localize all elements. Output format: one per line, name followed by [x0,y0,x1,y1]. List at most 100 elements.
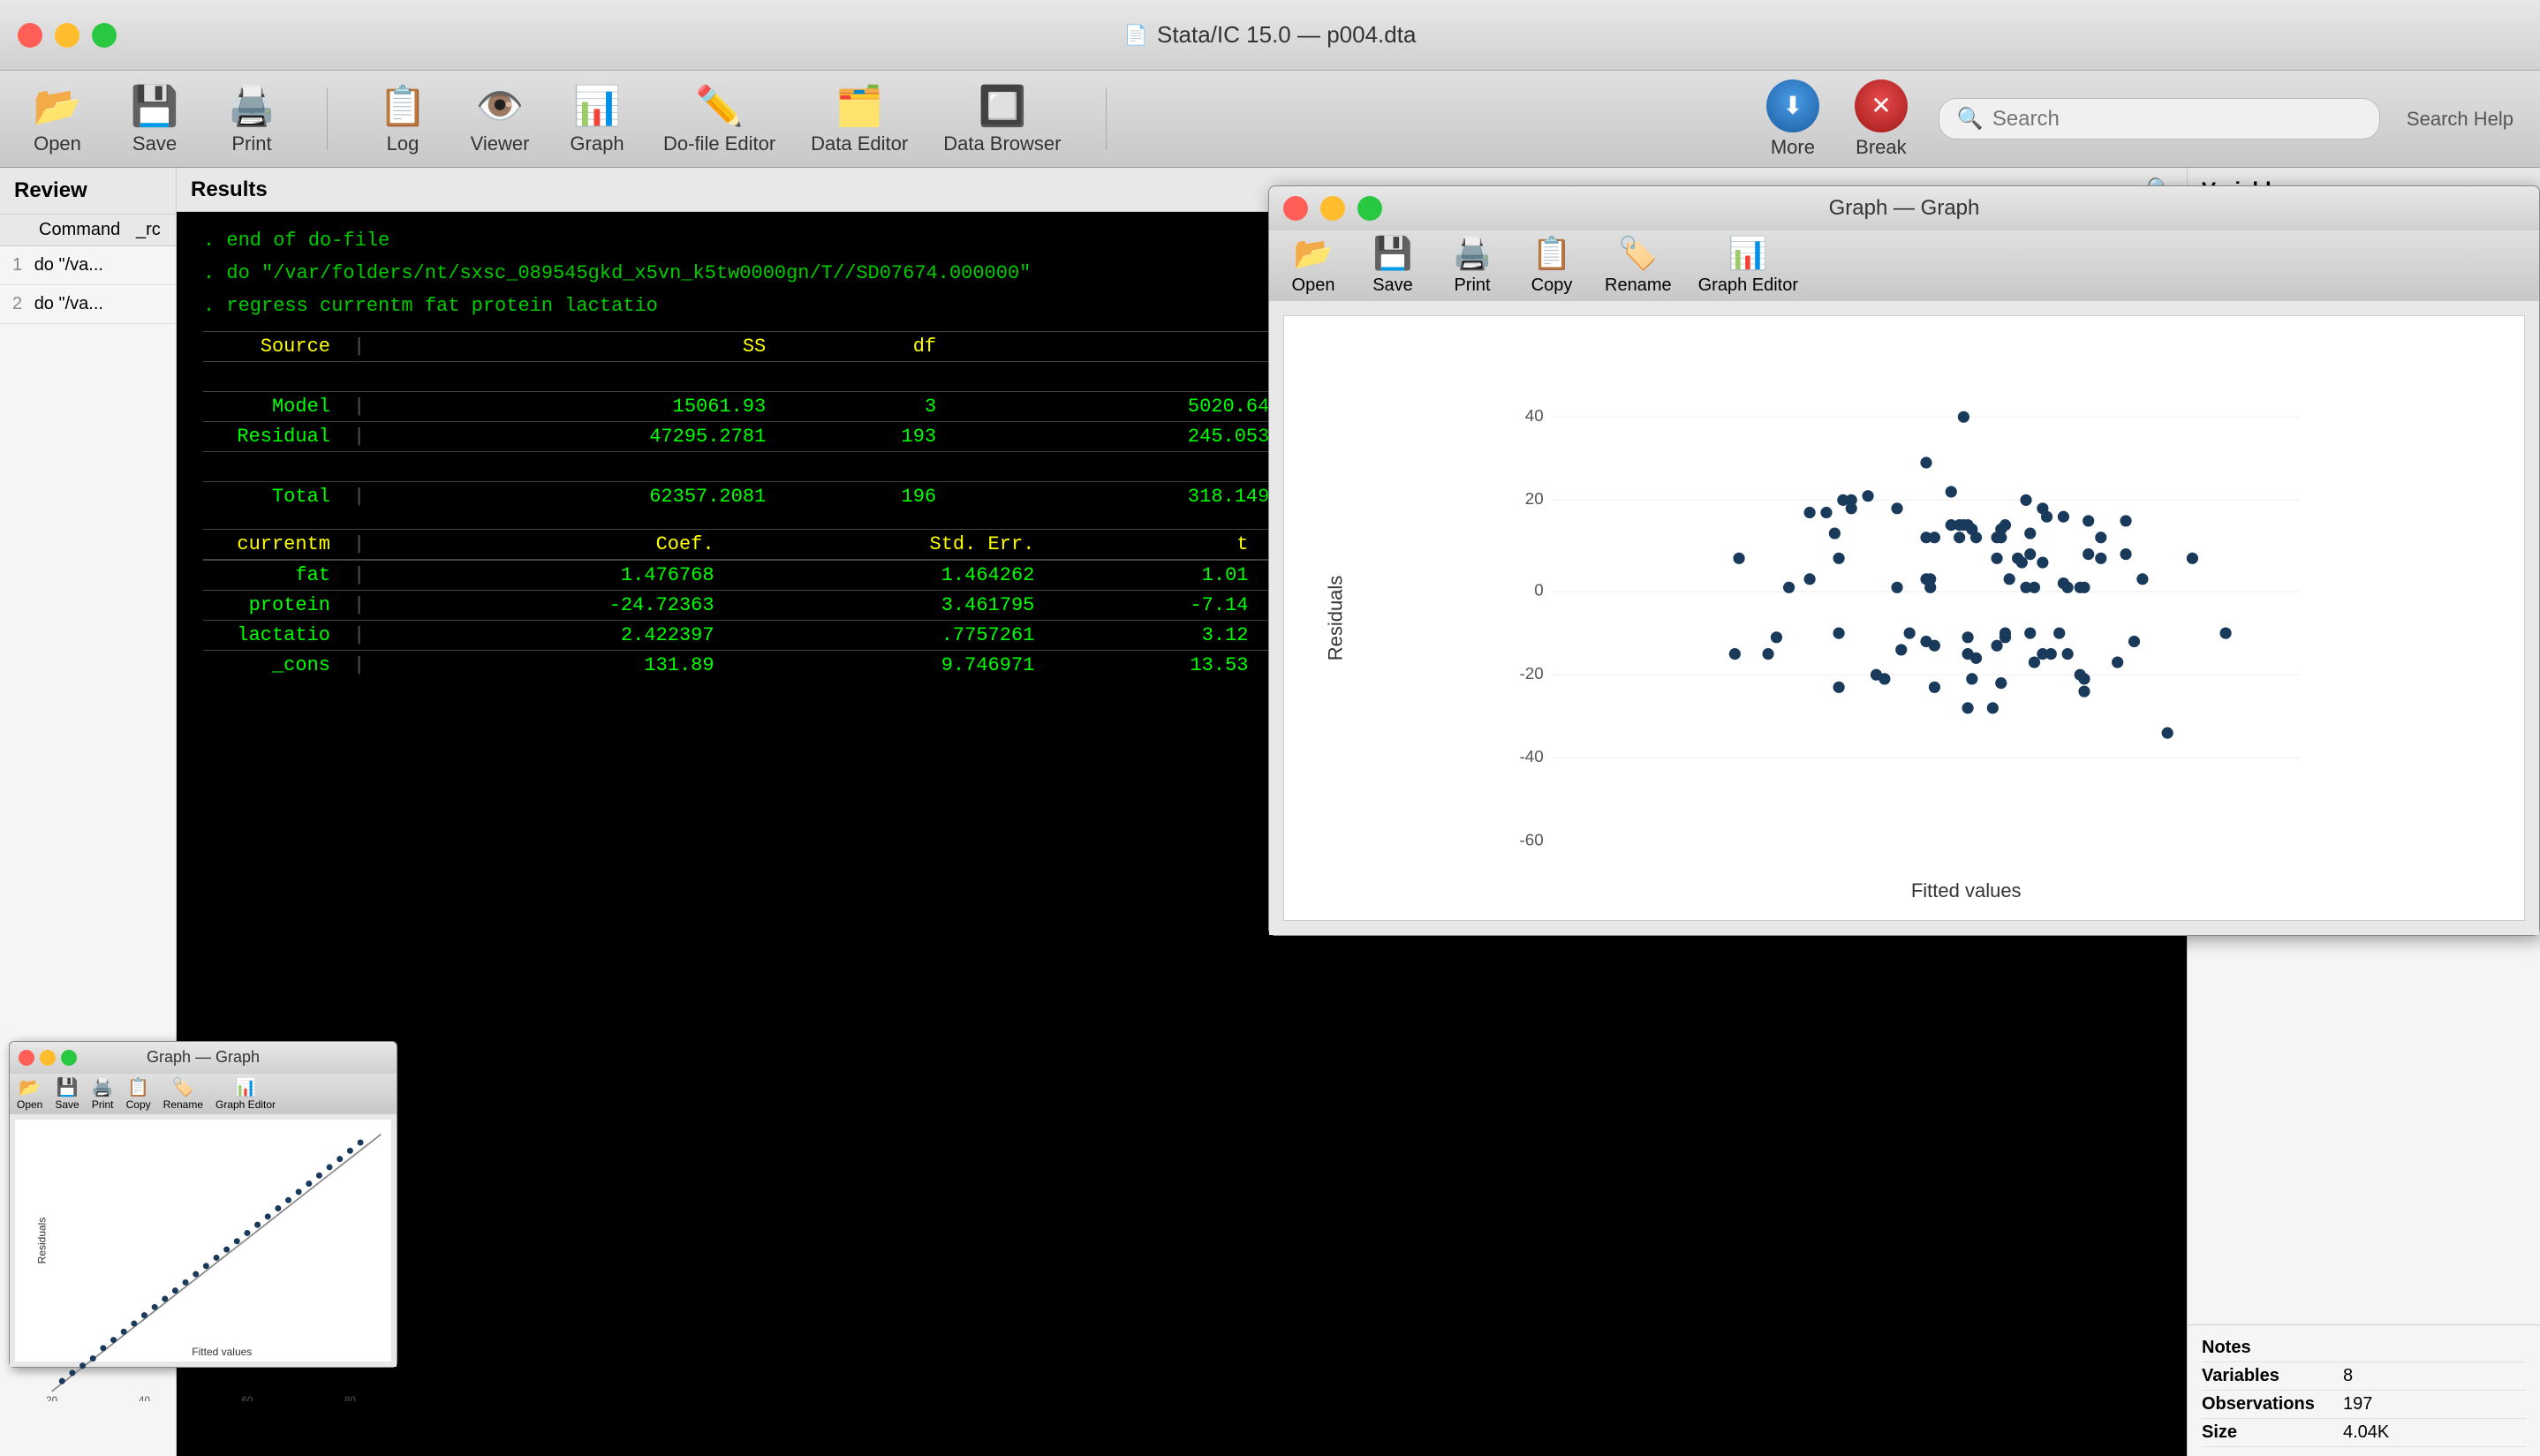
open-button[interactable]: 📂 Open [26,83,88,155]
svg-text:-60: -60 [1519,830,1543,849]
graph-print-button[interactable]: 🖨️ Print [1446,235,1499,296]
close-button[interactable] [18,23,42,48]
separator-2 [1106,88,1107,150]
small-graph-close-button[interactable] [19,1050,34,1066]
small-graph-toolbar: 📂 Open 💾 Save 🖨️ Print 📋 Copy 🏷️ Rename … [10,1074,397,1114]
small-open-button[interactable]: 📂 Open [17,1076,42,1111]
open-icon: 📂 [34,83,82,129]
review-item-num: 1 [12,255,22,275]
x-axis-label: Fitted values [1911,879,2022,902]
graph-open-icon: 📂 [1294,235,1334,272]
graph-rename-icon: 🏷️ [1618,235,1658,272]
small-save-icon: 💾 [57,1076,79,1098]
small-graph-title-bar: Graph — Graph [10,1042,397,1074]
graph-save-icon: 💾 [1373,235,1413,272]
graph-close-button[interactable] [1283,196,1308,221]
graph-copy-button[interactable]: 📋 Copy [1525,235,1578,296]
small-graph-minimize-button[interactable] [40,1050,56,1066]
viewer-button[interactable]: 👁️ Viewer [469,83,531,155]
save-button[interactable]: 💾 Save [124,83,185,155]
graph-open-button[interactable]: 📂 Open [1287,235,1340,296]
graph-minimize-button[interactable] [1320,196,1345,221]
data-editor-icon: 🗂️ [835,83,884,129]
review-header: Review [0,168,176,215]
small-graph-content: Residuals Fitted values [10,1114,397,1367]
print-icon: 🖨️ [228,83,276,129]
var-stat-notes: Notes [2202,1334,2526,1362]
title-bar: 📄 Stata/IC 15.0 — p004.dta [0,0,2540,71]
svg-text:40: 40 [1525,406,1544,425]
small-save-button[interactable]: 💾 Save [55,1076,79,1111]
small-graph-maximize-button[interactable] [61,1050,77,1066]
review-item-num: 2 [12,294,22,313]
graph-editor-button[interactable]: 📊 Graph Editor [1698,235,1798,296]
small-graph-title-text: Graph — Graph [147,1048,260,1067]
graph-title-bar: Graph — Graph [1269,186,2539,230]
small-graph-editor-button[interactable]: 📊 Graph Editor [215,1076,276,1111]
svg-text:20: 20 [1525,489,1544,508]
small-print-button[interactable]: 🖨️ Print [92,1076,114,1111]
small-copy-icon: 📋 [127,1076,149,1098]
search-help-label: Search Help [2407,108,2514,131]
y-axis-label: Residuals [1324,576,1347,661]
file-icon: 📄 [1124,24,1148,47]
graph-maximize-button[interactable] [1357,196,1382,221]
review-col-cmd: Command [39,220,136,240]
search-icon: 🔍 [1957,106,1984,132]
search-input[interactable] [1992,107,2362,132]
review-item-cmd: do "/va... [34,294,103,313]
data-browser-button[interactable]: 🔲 Data Browser [943,83,1061,155]
small-copy-button[interactable]: 📋 Copy [126,1076,151,1111]
graph-title-text: Graph — Graph [1829,196,1980,221]
svg-text:80: 80 [344,1395,356,1402]
svg-text:-20: -20 [1519,664,1543,683]
log-button[interactable]: 📋 Log [372,83,434,155]
print-button[interactable]: 🖨️ Print [221,83,283,155]
app-title: 📄 Stata/IC 15.0 — p004.dta [1124,21,1417,49]
small-print-icon: 🖨️ [92,1076,114,1098]
scatter-svg: 40 20 0 -20 -40 -60 20 40 60 80 1C [1355,334,2498,849]
small-window-controls [19,1050,77,1066]
save-icon: 💾 [131,83,179,129]
small-scatter-plot: Residuals Fitted values [15,1120,391,1362]
maximize-button[interactable] [92,23,117,48]
graph-button[interactable]: 📊 Graph [566,83,628,155]
graph-copy-icon: 📋 [1532,235,1572,272]
review-item-cmd: do "/va... [34,255,103,275]
svg-text:60: 60 [241,1395,253,1402]
data-browser-icon: 🔲 [978,83,1026,129]
svg-text:20: 20 [46,1395,57,1402]
dofile-editor-button[interactable]: ✏️ Do-file Editor [663,83,775,155]
dofile-icon: ✏️ [695,83,744,129]
variables-stats: Notes Variables 8 Observations 197 Size … [2188,1324,2540,1456]
graph-window-large: Graph — Graph 📂 Open 💾 Save 🖨️ Print 📋 C… [1268,185,2540,936]
var-stat-size: Size 4.04K [2202,1419,2526,1447]
graph-editor-icon: 📊 [1728,235,1768,272]
review-col-rc: _rc [136,220,161,240]
more-button[interactable]: ⬇ More [1762,79,1824,159]
graph-rename-button[interactable]: 🏷️ Rename [1605,235,1672,296]
main-toolbar: 📂 Open 💾 Save 🖨️ Print 📋 Log 👁️ Viewer 📊… [0,71,2540,168]
list-item[interactable]: 2 do "/va... [0,285,176,324]
var-stat-variables: Variables 8 [2202,1362,2526,1391]
svg-text:0: 0 [1534,581,1543,600]
graph-icon: 📊 [573,83,622,129]
list-item[interactable]: 1 do "/va... [0,246,176,285]
break-button[interactable]: ✕ Break [1850,79,1912,159]
data-editor-button[interactable]: 🗂️ Data Editor [811,83,908,155]
graph-content: Residuals Fitted values 40 20 0 -20 -40 … [1269,301,2539,935]
svg-text:-40: -40 [1519,747,1543,766]
review-col-num [12,220,39,240]
var-stat-observations: Observations 197 [2202,1391,2526,1419]
graph-save-button[interactable]: 💾 Save [1366,235,1419,296]
small-qq-svg: 40 20 0 -20 -40 20 40 60 80 [42,1124,391,1401]
minimize-button[interactable] [55,23,79,48]
small-rename-icon: 🏷️ [172,1076,194,1098]
search-box[interactable]: 🔍 [1939,98,2380,140]
scatter-plot: Residuals Fitted values 40 20 0 -20 -40 … [1283,315,2525,921]
svg-text:40: 40 [139,1395,150,1402]
separator-1 [327,88,328,150]
small-rename-button[interactable]: 🏷️ Rename [163,1076,203,1111]
graph-print-icon: 🖨️ [1453,235,1493,272]
graph-window-small: Graph — Graph 📂 Open 💾 Save 🖨️ Print 📋 C… [9,1041,397,1368]
